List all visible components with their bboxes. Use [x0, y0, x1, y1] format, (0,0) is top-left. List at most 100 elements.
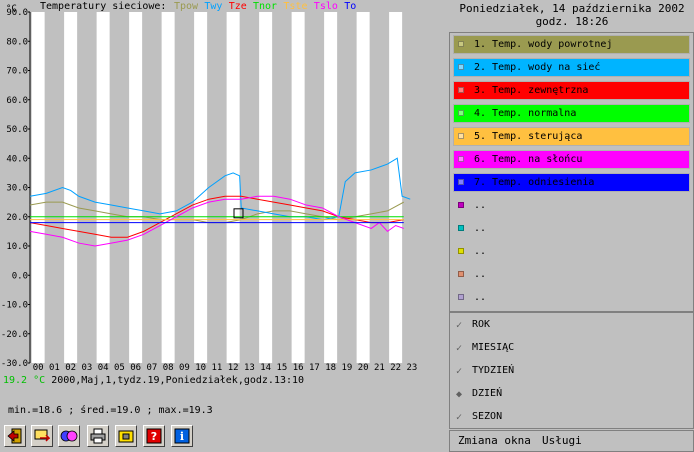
legend-item[interactable]: ..: [453, 242, 690, 261]
series-toggle-icon[interactable]: [458, 294, 464, 300]
legend-item[interactable]: 1. Temp. wody powrotnej: [453, 35, 690, 54]
print-icon: [90, 428, 106, 444]
check-icon[interactable]: ✓: [456, 366, 462, 377]
exit-icon: [7, 428, 22, 444]
hour-column: [161, 12, 175, 363]
period-label: ROK: [472, 319, 491, 330]
x-tick-label: 04: [98, 363, 109, 373]
legend-item[interactable]: ..: [453, 219, 690, 238]
x-tick-label: 11: [211, 363, 222, 373]
refresh-button[interactable]: [58, 425, 80, 447]
header-time: godz. 18:26: [535, 15, 609, 28]
legend-label: 4. Temp. normalna: [474, 108, 577, 119]
series-toggle-icon[interactable]: [458, 248, 464, 254]
x-tick-label: 12: [228, 363, 239, 373]
series-toggle-icon[interactable]: [458, 179, 464, 185]
chart-area[interactable]: 90.0 80.0 70.0 60.0 50.0 40.0 30.0 20.0 10.0 0.0-…: [0, 0, 446, 400]
exit-button[interactable]: [4, 425, 26, 447]
hour-column: [129, 12, 143, 363]
y-tick-label: 50.0: [6, 125, 28, 135]
check-icon[interactable]: ✓: [456, 412, 462, 423]
period-label: DZIEŃ: [472, 388, 503, 399]
print-button[interactable]: [87, 425, 109, 447]
legend-label: 5. Temp. sterująca: [474, 131, 583, 142]
check-icon[interactable]: ✓: [456, 343, 462, 354]
legend-label: ..: [474, 246, 487, 257]
legend-label: 2. Temp. wody na sieć: [474, 62, 601, 73]
legend-item[interactable]: 6. Temp. na słońcu: [453, 150, 690, 169]
series-toggle-icon[interactable]: [458, 271, 464, 277]
period-option[interactable]: ✓ ROK: [456, 317, 576, 335]
x-tick-label: 15: [276, 363, 287, 373]
legend-item[interactable]: ..: [453, 196, 690, 215]
menu-window-change[interactable]: Zmiana okna: [458, 434, 531, 447]
period-label: TYDZIEŃ: [472, 365, 515, 376]
x-tick-label: 02: [65, 363, 76, 373]
temperature-chart[interactable]: 90.080.070.060.050.040.030.020.010.00.0-…: [0, 0, 446, 400]
cursor-context: 2000,Maj,1,tydz.19,Poniedziałek,godz.13:…: [51, 375, 305, 386]
header-date: Poniedziałek, 14 października 2002: [459, 2, 685, 15]
x-tick-label: 23: [406, 363, 417, 373]
period-option[interactable]: ✓ MIESIĄC: [456, 340, 576, 358]
stats-line: min.=18.6 ; śred.=19.0 ; max.=19.3: [8, 405, 213, 416]
cursor-value: 19.2 °C: [3, 375, 46, 386]
series-toggle-icon[interactable]: [458, 41, 464, 47]
y-tick-label: -30.0: [1, 359, 28, 369]
hour-column: [259, 12, 273, 363]
legend-label: 6. Temp. na słońcu: [474, 154, 583, 165]
hour-column: [291, 12, 305, 363]
chart-title: Temperatury sieciowe:: [40, 1, 166, 12]
series-name-to: To: [344, 1, 356, 12]
check-icon[interactable]: ✓: [456, 320, 462, 331]
hour-column: [389, 12, 403, 363]
help-button[interactable]: ?: [143, 425, 165, 447]
legend-item[interactable]: 3. Temp. zewnętrzna: [453, 81, 690, 100]
selected-diamond-icon[interactable]: ◆: [456, 389, 462, 400]
y-tick-label: 80.0: [6, 37, 28, 47]
period-option[interactable]: ✓ TYDZIEŃ: [456, 363, 576, 381]
transfer-icon: [34, 429, 50, 442]
period-selector-panel: ✓ ROK ✓ MIESIĄC ✓ TYDZIEŃ ◆ DZIEŃ ✓ SEZON: [449, 312, 694, 429]
x-tick-label: 01: [49, 363, 60, 373]
series-name-twy: Twy: [204, 1, 222, 12]
series-toggle-icon[interactable]: [458, 110, 464, 116]
series-legend-panel: 1. Temp. wody powrotnej 2. Temp. wody na …: [449, 32, 694, 312]
menu-services[interactable]: Usługi: [542, 434, 582, 447]
refresh-icon: [60, 430, 78, 442]
y-tick-label: 60.0: [6, 96, 28, 106]
series-name-tnor: Tnor: [253, 1, 277, 12]
x-tick-label: 19: [341, 363, 352, 373]
info-button[interactable]: i: [171, 425, 193, 447]
y-tick-label: -10.0: [1, 301, 28, 311]
series-name-tslo: Tslo: [314, 1, 338, 12]
series-toggle-icon[interactable]: [458, 133, 464, 139]
x-tick-label: 21: [374, 363, 385, 373]
legend-label: 7. Temp. odniesienia: [474, 177, 595, 188]
config-button[interactable]: [115, 425, 137, 447]
y-tick-label: 70.0: [6, 67, 28, 77]
legend-item[interactable]: 2. Temp. wody na sieć: [453, 58, 690, 77]
series-toggle-icon[interactable]: [458, 156, 464, 162]
series-toggle-icon[interactable]: [458, 64, 464, 70]
hour-column: [356, 12, 370, 363]
config-icon: [118, 430, 134, 443]
legend-item[interactable]: 7. Temp. odniesienia: [453, 173, 690, 192]
transfer-button[interactable]: [31, 425, 53, 447]
legend-item[interactable]: 5. Temp. sterująca: [453, 127, 690, 146]
legend-item[interactable]: ..: [453, 265, 690, 284]
period-option[interactable]: ◆ DZIEŃ: [456, 386, 576, 404]
hour-column: [64, 12, 78, 363]
legend-item[interactable]: 4. Temp. normalna: [453, 104, 690, 123]
y-tick-label: 20.0: [6, 213, 28, 223]
series-toggle-icon[interactable]: [458, 87, 464, 93]
x-tick-label: 20: [358, 363, 369, 373]
legend-item[interactable]: ..: [453, 288, 690, 307]
x-tick-label: 22: [390, 363, 401, 373]
hour-column: [324, 12, 338, 363]
series-toggle-icon[interactable]: [458, 225, 464, 231]
legend-label: ..: [474, 223, 487, 234]
x-tick-label: 03: [81, 363, 92, 373]
period-option[interactable]: ✓ SEZON: [456, 409, 576, 427]
series-toggle-icon[interactable]: [458, 202, 464, 208]
x-tick-label: 08: [163, 363, 174, 373]
